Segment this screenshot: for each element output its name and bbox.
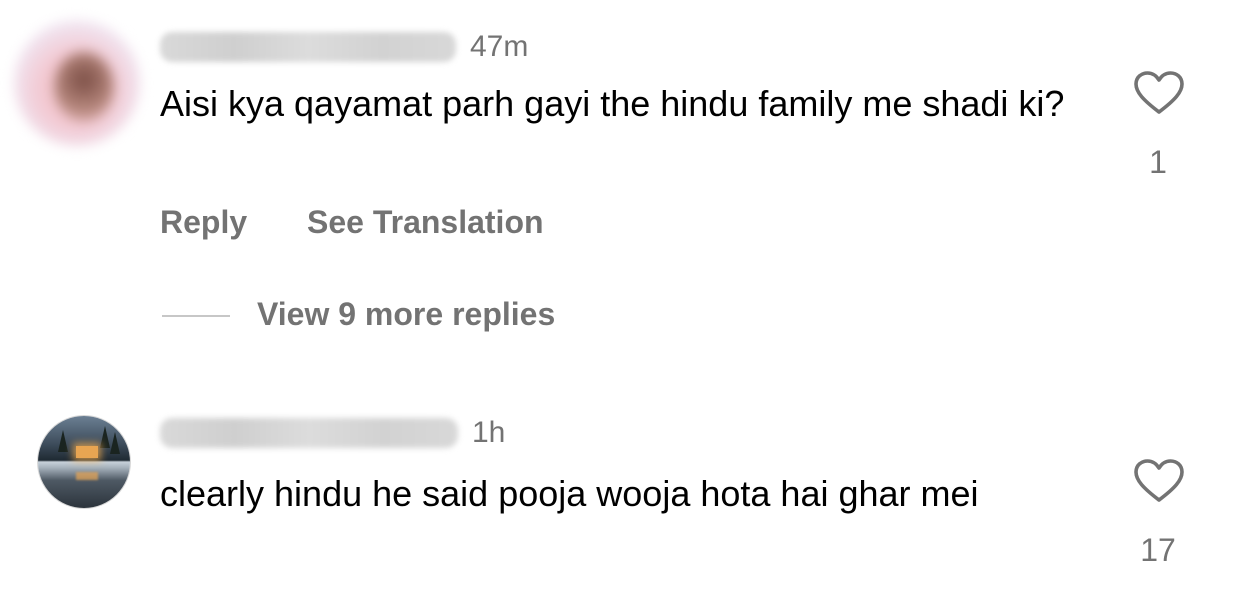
like-button[interactable] — [1133, 458, 1185, 504]
avatar-tree — [110, 432, 120, 454]
avatar-cabin — [76, 446, 98, 458]
avatar-tree — [58, 430, 68, 452]
like-count: 17 — [1140, 532, 1176, 568]
heart-outline-icon — [1134, 459, 1184, 502]
avatar[interactable] — [38, 416, 130, 508]
avatar-reflection — [76, 472, 98, 480]
comment-2: 1h clearly hindu he said pooja wooja hot… — [0, 0, 1242, 590]
comment-text: clearly hindu he said pooja wooja hota h… — [160, 473, 979, 514]
timestamp: 1h — [472, 416, 506, 449]
username-redacted[interactable] — [160, 418, 458, 448]
avatar-tree — [100, 426, 110, 448]
